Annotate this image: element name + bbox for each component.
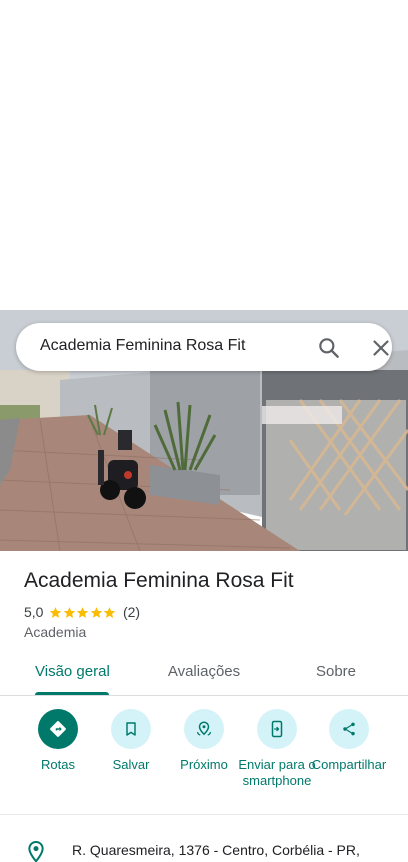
send-to-phone-icon: [257, 709, 297, 749]
tab-about[interactable]: Sobre: [304, 652, 368, 696]
search-query[interactable]: Academia Feminina Rosa Fit: [40, 337, 245, 355]
address-text: R. Quaresmeira, 1376 - Centro, Corbélia …: [72, 842, 360, 858]
directions-icon: [38, 709, 78, 749]
rating-row[interactable]: 5,0 (2): [24, 603, 140, 621]
place-title: Academia Feminina Rosa Fit: [24, 569, 294, 592]
nearby-icon: [184, 709, 224, 749]
directions-label: Rotas: [41, 757, 75, 772]
star-icon: [63, 606, 76, 618]
star-rating: [49, 606, 117, 619]
nearby-label: Próximo: [180, 757, 228, 772]
rating-value: 5,0: [24, 604, 44, 620]
action-buttons: Rotas Salvar Próximo Enviar para o smart…: [0, 697, 408, 815]
send-to-phone-label: Enviar para o smartphone: [238, 757, 316, 788]
close-icon[interactable]: [368, 335, 394, 361]
star-icon: [90, 606, 103, 618]
bookmark-icon: [111, 709, 151, 749]
tab-bar: Visão geral Avaliações Sobre: [0, 652, 408, 696]
tab-overview[interactable]: Visão geral: [35, 652, 110, 696]
tab-reviews[interactable]: Avaliações: [158, 652, 250, 696]
star-icon: [104, 606, 116, 618]
save-label: Salvar: [112, 757, 150, 772]
search-bar[interactable]: Academia Feminina Rosa Fit: [16, 323, 392, 371]
star-icon: [77, 606, 89, 618]
star-icon: [50, 606, 62, 618]
nearby-button[interactable]: Próximo: [165, 709, 243, 773]
send-to-phone-button[interactable]: Enviar para o smartphone: [238, 709, 316, 789]
address-row[interactable]: R. Quaresmeira, 1376 - Centro, Corbélia …: [0, 830, 408, 862]
share-button[interactable]: Compartilhar: [310, 709, 388, 773]
save-button[interactable]: Salvar: [92, 709, 170, 773]
location-pin-icon: [26, 840, 46, 862]
directions-button[interactable]: Rotas: [19, 709, 97, 773]
search-icon[interactable]: [316, 335, 342, 361]
active-tab-indicator: [35, 692, 109, 695]
share-label: Compartilhar: [311, 757, 387, 772]
place-category[interactable]: Academia: [24, 624, 86, 640]
share-icon: [329, 709, 369, 749]
map-area-blank: [0, 0, 408, 310]
review-count[interactable]: (2): [123, 604, 140, 620]
